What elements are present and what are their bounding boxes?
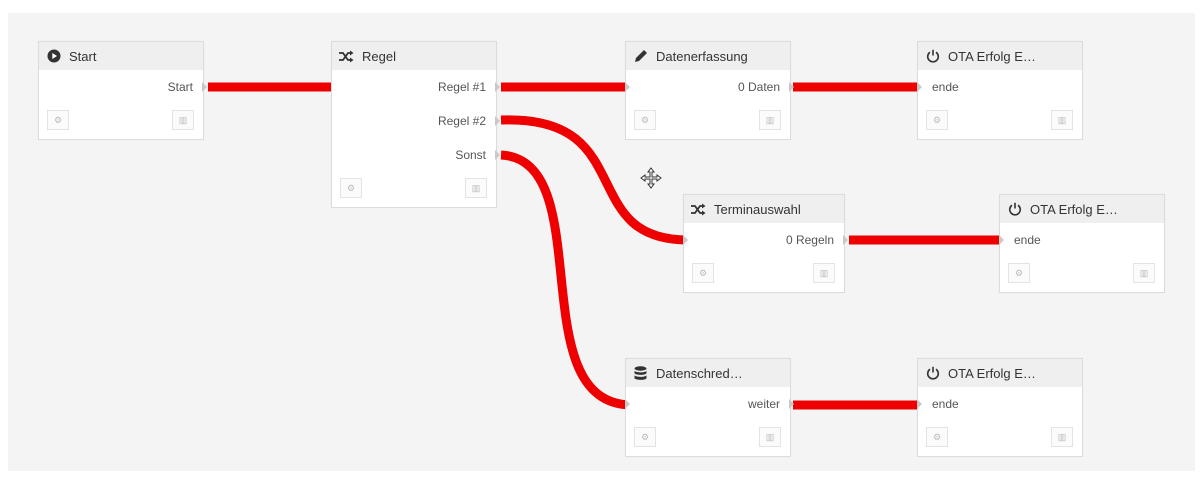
node-header[interactable]: Terminauswahl bbox=[684, 195, 844, 223]
delete-button[interactable]: ▥ bbox=[172, 110, 194, 130]
power-icon bbox=[925, 49, 940, 64]
play-circle-icon bbox=[46, 49, 61, 64]
node-regel[interactable]: Regel Regel #1 Regel #2 Sonst ⚙ ▥ bbox=[331, 41, 500, 208]
input-port[interactable] bbox=[917, 399, 922, 409]
trash-icon: ▥ bbox=[1139, 267, 1149, 278]
output-weiter[interactable]: weiter bbox=[626, 387, 794, 421]
delete-button[interactable]: ▥ bbox=[1051, 427, 1073, 447]
gears-icon: ⚙ bbox=[346, 182, 356, 193]
output-0-regeln[interactable]: 0 Regeln bbox=[684, 223, 848, 257]
input-label: ende bbox=[932, 397, 959, 411]
node-header[interactable]: Start bbox=[39, 42, 203, 70]
output-port[interactable] bbox=[495, 116, 500, 126]
delete-button[interactable]: ▥ bbox=[1133, 263, 1155, 283]
delete-button[interactable]: ▥ bbox=[813, 263, 835, 283]
output-sonst[interactable]: Sonst bbox=[332, 138, 500, 172]
settings-button[interactable]: ⚙ bbox=[634, 110, 656, 130]
input-label: ende bbox=[1014, 233, 1041, 247]
settings-button[interactable]: ⚙ bbox=[634, 427, 656, 447]
move-arrows-icon bbox=[640, 167, 662, 189]
node-ota-3[interactable]: OTA Erfolg E… ende ⚙ ▥ bbox=[917, 358, 1083, 457]
gears-icon: ⚙ bbox=[932, 431, 942, 442]
output-label: Regel #2 bbox=[437, 114, 486, 128]
node-start[interactable]: Start Start ⚙ ▥ bbox=[38, 41, 207, 140]
gears-icon: ⚙ bbox=[640, 114, 650, 125]
output-label: 0 Regeln bbox=[785, 233, 834, 247]
input-port[interactable] bbox=[917, 82, 922, 92]
node-title: Datenerfassung bbox=[656, 48, 748, 64]
output-port[interactable] bbox=[789, 82, 794, 92]
delete-button[interactable]: ▥ bbox=[759, 110, 781, 130]
gears-icon: ⚙ bbox=[1014, 267, 1024, 278]
input-port[interactable] bbox=[999, 235, 1004, 245]
node-ota-1[interactable]: OTA Erfolg E… ende ⚙ ▥ bbox=[917, 41, 1083, 140]
output-port[interactable] bbox=[495, 82, 500, 92]
pen-icon bbox=[633, 49, 648, 64]
settings-button[interactable]: ⚙ bbox=[1008, 263, 1030, 283]
output-regel-1[interactable]: Regel #1 bbox=[332, 70, 500, 104]
shuffle-icon bbox=[691, 202, 706, 217]
trash-icon: ▥ bbox=[1057, 114, 1067, 125]
node-terminauswahl[interactable]: Terminauswahl 0 Regeln ⚙ ▥ bbox=[683, 194, 848, 293]
output-0-daten[interactable]: 0 Daten bbox=[626, 70, 794, 104]
output-label: Start bbox=[167, 80, 193, 94]
output-regel-2[interactable]: Regel #2 bbox=[332, 104, 500, 138]
trash-icon: ▥ bbox=[819, 267, 829, 278]
node-header[interactable]: OTA Erfolg E… bbox=[1000, 195, 1164, 223]
output-label: 0 Daten bbox=[737, 80, 780, 94]
trash-icon: ▥ bbox=[765, 431, 775, 442]
output-label: weiter bbox=[747, 397, 780, 411]
input-ende[interactable]: ende bbox=[917, 387, 1082, 421]
node-header[interactable]: Datenschred… bbox=[626, 359, 790, 387]
settings-button[interactable]: ⚙ bbox=[47, 110, 69, 130]
node-title: OTA Erfolg E… bbox=[948, 365, 1036, 381]
output-port[interactable] bbox=[789, 399, 794, 409]
output-start[interactable]: Start bbox=[39, 70, 207, 104]
node-title: OTA Erfolg E… bbox=[948, 48, 1036, 64]
output-port[interactable] bbox=[495, 150, 500, 160]
delete-button[interactable]: ▥ bbox=[759, 427, 781, 447]
gears-icon: ⚙ bbox=[698, 267, 708, 278]
node-title: Regel bbox=[362, 48, 396, 64]
database-icon bbox=[633, 365, 648, 381]
input-ende[interactable]: ende bbox=[999, 223, 1164, 257]
settings-button[interactable]: ⚙ bbox=[692, 263, 714, 283]
settings-button[interactable]: ⚙ bbox=[340, 178, 362, 198]
node-header[interactable]: Regel bbox=[332, 42, 496, 70]
gears-icon: ⚙ bbox=[53, 114, 63, 125]
gears-icon: ⚙ bbox=[932, 114, 942, 125]
power-icon bbox=[1007, 202, 1022, 217]
delete-button[interactable]: ▥ bbox=[465, 178, 487, 198]
shuffle-icon bbox=[339, 49, 354, 64]
output-port[interactable] bbox=[202, 82, 207, 92]
node-header[interactable]: OTA Erfolg E… bbox=[918, 42, 1082, 70]
node-header[interactable]: OTA Erfolg E… bbox=[918, 359, 1082, 387]
node-title: Start bbox=[69, 48, 97, 64]
output-label: Regel #1 bbox=[437, 80, 486, 94]
trash-icon: ▥ bbox=[178, 114, 188, 125]
node-datenerfassung[interactable]: Datenerfassung 0 Daten ⚙ ▥ bbox=[625, 41, 794, 140]
trash-icon: ▥ bbox=[471, 182, 481, 193]
node-datenschred[interactable]: Datenschred… weiter ⚙ ▥ bbox=[625, 358, 794, 457]
trash-icon: ▥ bbox=[1057, 431, 1067, 442]
node-title: OTA Erfolg E… bbox=[1030, 201, 1118, 217]
settings-button[interactable]: ⚙ bbox=[926, 427, 948, 447]
settings-button[interactable]: ⚙ bbox=[926, 110, 948, 130]
output-label: Sonst bbox=[455, 148, 486, 162]
node-title: Datenschred… bbox=[656, 365, 743, 381]
trash-icon: ▥ bbox=[765, 114, 775, 125]
node-ota-2[interactable]: OTA Erfolg E… ende ⚙ ▥ bbox=[999, 194, 1165, 293]
output-port[interactable] bbox=[843, 235, 848, 245]
gears-icon: ⚙ bbox=[640, 431, 650, 442]
power-icon bbox=[925, 366, 940, 381]
node-header[interactable]: Datenerfassung bbox=[626, 42, 790, 70]
input-label: ende bbox=[932, 80, 959, 94]
delete-button[interactable]: ▥ bbox=[1051, 110, 1073, 130]
node-title: Terminauswahl bbox=[714, 201, 801, 217]
input-ende[interactable]: ende bbox=[917, 70, 1082, 104]
